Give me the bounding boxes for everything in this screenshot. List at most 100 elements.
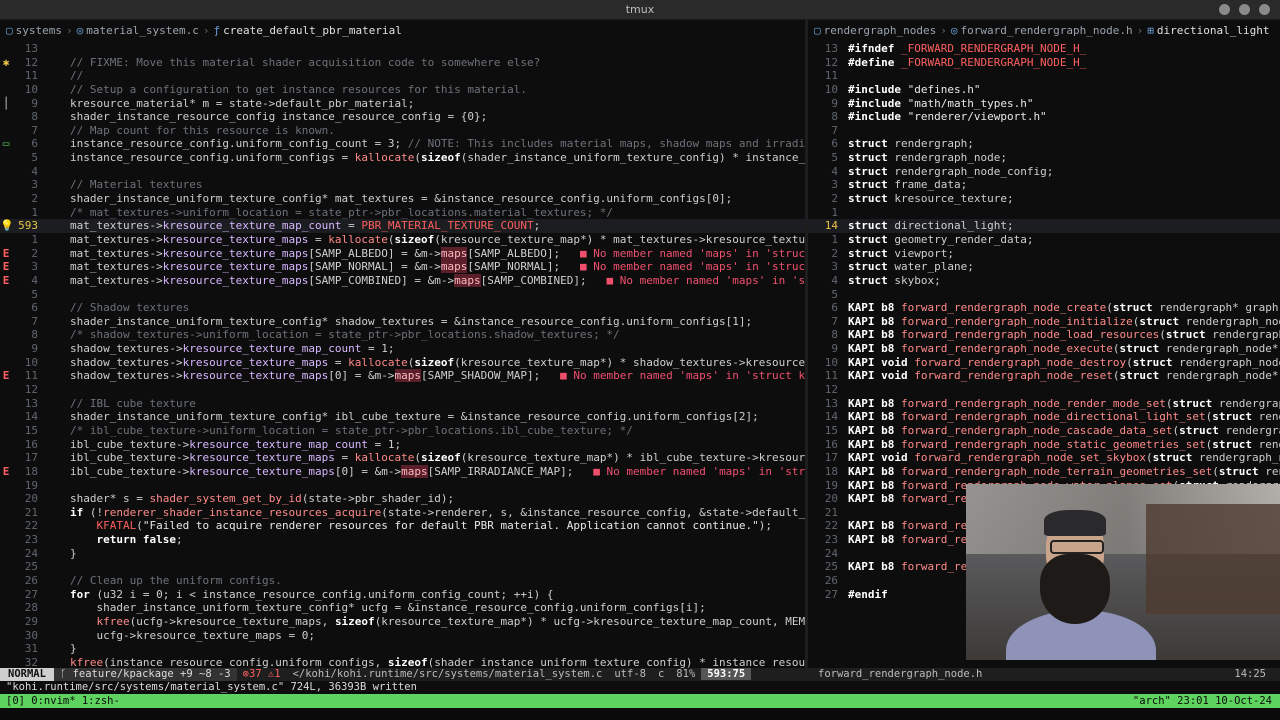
code-line[interactable]: 14 shader_instance_uniform_texture_config… — [0, 410, 805, 424]
code-line[interactable]: 32 kfree(instance_resource_config.uniform… — [0, 656, 805, 668]
code-line[interactable]: 12 — [808, 383, 1280, 397]
code-line[interactable]: 7 KAPI b8 forward_rendergraph_node_initia… — [808, 315, 1280, 329]
code-line[interactable]: 10 KAPI void forward_rendergraph_node_des… — [808, 356, 1280, 370]
code-line[interactable]: 2 struct kresource_texture; — [808, 192, 1280, 206]
code-line[interactable]: 21 if (!renderer_shader_instance_resource… — [0, 506, 805, 520]
code-line[interactable]: 10 // Setup a configuration to get instan… — [0, 83, 805, 97]
code-line[interactable]: 17 KAPI void forward_rendergraph_node_set… — [808, 451, 1280, 465]
code-line[interactable]: 18 KAPI b8 forward_rendergraph_node_terra… — [808, 465, 1280, 479]
code-line[interactable]: 5 — [0, 288, 805, 302]
code-line[interactable]: 16 KAPI b8 forward_rendergraph_node_stati… — [808, 438, 1280, 452]
code-line[interactable]: E 11 shadow_textures->kresource_texture_ma… — [0, 369, 805, 383]
code-line[interactable]: ✱ 12 // FIXME: Move this material shader a… — [0, 56, 805, 70]
code-line[interactable]: 22 KFATAL("Failed to acquire renderer re… — [0, 519, 805, 533]
code-line[interactable]: 6 KAPI b8 forward_rendergraph_node_create… — [808, 301, 1280, 315]
code-line[interactable]: 2 struct viewport; — [808, 247, 1280, 261]
code-line[interactable]: 11 // — [0, 69, 805, 83]
code-line[interactable]: 26 // Clean up the uniform configs. — [0, 574, 805, 588]
code-line[interactable]: 9 shadow_textures->kresource_texture_map_… — [0, 342, 805, 356]
code-line[interactable]: 19 — [0, 479, 805, 493]
code-line[interactable]: 9 #include "math/math_types.h" — [808, 97, 1280, 111]
code-line[interactable]: 13 — [0, 42, 805, 56]
code-line[interactable]: 4 struct rendergraph_node_config; — [808, 165, 1280, 179]
breadcrumb-dir[interactable]: systems — [16, 24, 62, 37]
code-line[interactable]: 9 KAPI b8 forward_rendergraph_node_execut… — [808, 342, 1280, 356]
code-line[interactable]: E 2 mat_textures->kresource_texture_maps[S… — [0, 246, 805, 261]
code-line[interactable]: 25 — [0, 560, 805, 574]
line-number: 1 — [31, 232, 38, 246]
code-line[interactable]: 1 — [808, 206, 1280, 220]
code-line[interactable]: 17 ibl_cube_texture->kresource_texture_ma… — [0, 451, 805, 465]
code-line[interactable]: 6 struct rendergraph; — [808, 137, 1280, 151]
code-line[interactable]: 8 #include "renderer/viewport.h" — [808, 110, 1280, 124]
code-line[interactable]: 2 shader_instance_uniform_texture_config*… — [0, 192, 805, 206]
line-number: 31 — [24, 642, 38, 656]
code-line[interactable]: 3 struct water_plane; — [808, 260, 1280, 274]
code-line[interactable]: ▭ 6 instance_resource_config.uniform_confi… — [0, 137, 805, 151]
code-line[interactable]: 💡 593 mat_textures->kresource_texture_map_… — [0, 219, 805, 233]
code-text: // Shadow textures — [70, 301, 190, 315]
line-number: 11 — [24, 369, 38, 383]
code-line[interactable]: 12 #define _FORWARD_RENDERGRAPH_NODE_H_ — [808, 56, 1280, 70]
code-line[interactable]: E 18 ibl_cube_texture->kresource_texture_m… — [0, 464, 805, 479]
code-area[interactable]: 13 ✱ 12// FIXME: Move this material shader… — [0, 42, 805, 668]
code-line[interactable]: 8 KAPI b8 forward_rendergraph_node_load_r… — [808, 328, 1280, 342]
code-line[interactable]: 23 return false; — [0, 533, 805, 547]
code-line[interactable]: 7 // Map count for this resource is known… — [0, 124, 805, 138]
code-line[interactable]: 15 /* ibl_cube_texture->uniform_location … — [0, 424, 805, 438]
code-line[interactable]: 4 — [0, 165, 805, 179]
code-line[interactable]: 6 // Shadow textures — [0, 301, 805, 315]
breadcrumb-dir[interactable]: rendergraph_nodes — [824, 24, 937, 37]
code-line[interactable]: 7 shader_instance_uniform_texture_config*… — [0, 315, 805, 329]
breadcrumb-file[interactable]: forward_rendergraph_node.h — [960, 24, 1132, 37]
code-line[interactable]: 10 shadow_textures->kresource_texture_map… — [0, 356, 805, 370]
code-line[interactable]: 13 // IBL cube texture — [0, 397, 805, 411]
code-line[interactable]: 13 #ifndef _FORWARD_RENDERGRAPH_NODE_H_ — [808, 42, 1280, 56]
code-line[interactable]: 13 KAPI b8 forward_rendergraph_node_rende… — [808, 397, 1280, 411]
code-line[interactable]: 11 KAPI void forward_rendergraph_node_res… — [808, 369, 1280, 383]
breadcrumb-file[interactable]: material_system.c — [86, 24, 199, 37]
code-line[interactable]: 12 — [0, 383, 805, 397]
code-line[interactable]: 8 /* shadow_textures->uniform_location = … — [0, 328, 805, 342]
code-line[interactable]: 3 struct frame_data; — [808, 178, 1280, 192]
code-line[interactable]: 3 // Material textures — [0, 178, 805, 192]
code-line[interactable]: E 4 mat_textures->kresource_texture_maps[S… — [0, 273, 805, 288]
code-text: ucfg->kresource_texture_maps = 0; — [70, 628, 316, 642]
code-line[interactable]: 15 KAPI b8 forward_rendergraph_node_casca… — [808, 424, 1280, 438]
code-line[interactable]: 31} — [0, 642, 805, 656]
code-text: ibl_cube_texture->kresource_texture_maps… — [70, 464, 805, 478]
code-line[interactable]: 14 struct directional_light; — [808, 219, 1280, 233]
code-line[interactable]: 28 shader_instance_uniform_texture_confi… — [0, 601, 805, 615]
breadcrumb-symbol[interactable]: create_default_pbr_material — [223, 24, 402, 37]
minimize-button[interactable] — [1219, 4, 1230, 15]
sign-column — [0, 438, 12, 452]
code-text: KAPI b8 forward_rendergraph_node_render_… — [848, 396, 1280, 410]
maximize-button[interactable] — [1239, 4, 1250, 15]
code-line[interactable]: 10 #include "defines.h" — [808, 83, 1280, 97]
code-line[interactable]: 5 struct rendergraph_node; — [808, 151, 1280, 165]
tmux-windows[interactable]: [0] 0:nvim* 1:zsh- — [6, 694, 120, 708]
code-line[interactable]: 30 ucfg->kresource_texture_maps = 0; — [0, 629, 805, 643]
code-line[interactable]: 20 shader* s = shader_system_get_by_id(st… — [0, 492, 805, 506]
code-line[interactable]: 14 KAPI b8 forward_rendergraph_node_direc… — [808, 410, 1280, 424]
code-line[interactable]: │ 9 kresource_material* m = state->default… — [0, 97, 805, 111]
code-line[interactable]: 27 for (u32 i = 0; i < instance_resource_… — [0, 588, 805, 602]
close-button[interactable] — [1259, 4, 1270, 15]
code-line[interactable]: 11 — [808, 69, 1280, 83]
code-line[interactable]: 1 /* mat_textures->uniform_location = sta… — [0, 206, 805, 220]
code-line[interactable]: 7 — [808, 124, 1280, 138]
code-line[interactable]: 5 instance_resource_config.uniform_config… — [0, 151, 805, 165]
code-line[interactable]: 16 ibl_cube_texture->kresource_texture_ma… — [0, 438, 805, 452]
breadcrumb-symbol[interactable]: directional_light — [1157, 24, 1270, 37]
code-line[interactable]: 5 — [808, 288, 1280, 302]
code-line[interactable]: 29 kfree(ucfg->kresource_texture_maps, s… — [0, 615, 805, 629]
code-line[interactable]: 8 shader_instance_resource_config instanc… — [0, 110, 805, 124]
code-line[interactable]: E 3 mat_textures->kresource_texture_maps[S… — [0, 260, 805, 274]
code-line[interactable]: 1 mat_textures->kresource_texture_maps = … — [0, 233, 805, 247]
sign-column — [0, 519, 12, 533]
code-line[interactable]: 4 struct skybox; — [808, 274, 1280, 288]
code-line[interactable]: 1 struct geometry_render_data; — [808, 233, 1280, 247]
code-line[interactable]: 24} — [0, 547, 805, 561]
left-editor-pane[interactable]: ▢ systems › ◎ material_system.c › ƒ create_defa… — [0, 20, 805, 668]
line-number: 24 — [24, 546, 38, 560]
